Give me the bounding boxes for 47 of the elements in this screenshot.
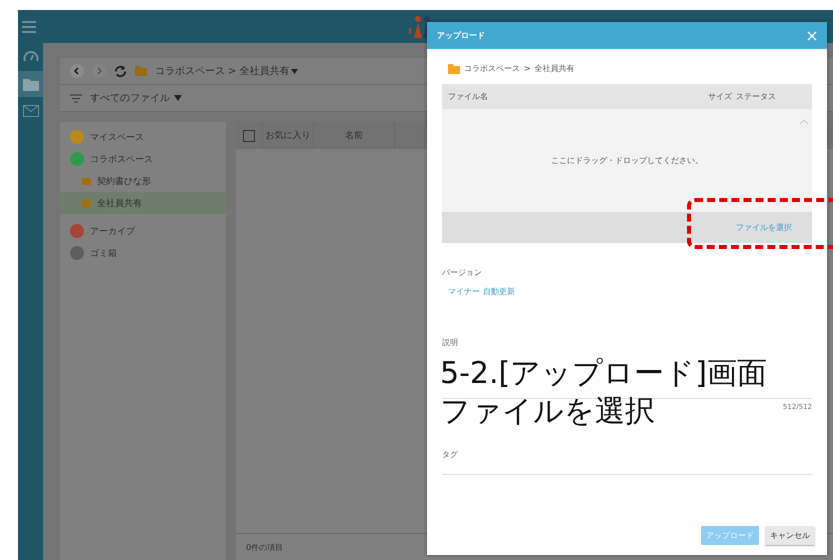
folder-icon: [448, 64, 460, 74]
folder-icon[interactable]: [22, 78, 38, 90]
tree-item[interactable]: 契約書ひな形: [60, 170, 226, 192]
dialog-title: アップロード: [437, 30, 485, 41]
mail-icon[interactable]: [22, 105, 38, 117]
column-header[interactable]: お気に入り: [266, 129, 310, 142]
filter-dropdown[interactable]: すべてのファイル: [90, 91, 170, 105]
refresh-icon[interactable]: [114, 64, 127, 78]
caret-icon[interactable]: [174, 95, 182, 101]
back-icon[interactable]: [70, 64, 84, 78]
forward-icon[interactable]: [92, 64, 106, 78]
column-header[interactable]: 名前: [345, 129, 363, 142]
version-label: バージョン: [442, 267, 483, 278]
annotation-caption: 5-2.[アップロード]画面: [440, 355, 767, 393]
scroll-up-icon: [800, 119, 808, 124]
column-header: ファイル名: [448, 91, 489, 102]
annotation-caption: ファイルを選択: [440, 393, 656, 431]
description-label: 説明: [442, 337, 459, 348]
folder-icon: [82, 200, 91, 206]
breadcrumb-current[interactable]: 全社員共有: [239, 64, 290, 78]
folder-icon: [135, 66, 147, 76]
tag-label: タグ: [442, 449, 459, 460]
breadcrumb-separator: >: [228, 66, 236, 76]
drop-hint: ここにドラッグ・ドロップしてください。: [551, 155, 703, 166]
tree-item[interactable]: アーカイブ: [60, 220, 226, 242]
breadcrumb-link[interactable]: コラボスペース: [155, 64, 225, 78]
filter-icon[interactable]: [70, 94, 82, 102]
folder-path: コラボスペース: [464, 63, 520, 74]
select-file-button[interactable]: ファイルを選択: [734, 220, 794, 235]
folder-icon: [82, 178, 91, 184]
folder-path: 全社員共有: [534, 63, 575, 74]
version-type-link[interactable]: マイナー: [448, 286, 480, 297]
column-header: サイズ: [708, 91, 732, 102]
menu-icon[interactable]: [22, 20, 36, 32]
tree-item[interactable]: 全社員共有: [60, 192, 226, 214]
tree-item[interactable]: マイスペース: [60, 126, 226, 148]
checkbox[interactable]: [243, 130, 255, 142]
gauge-icon[interactable]: [22, 49, 38, 63]
cancel-button[interactable]: キャンセル: [765, 526, 815, 545]
item-count: 0件の項目: [246, 542, 284, 552]
auto-update-link[interactable]: 自動更新: [483, 286, 515, 297]
path-separator: >: [524, 64, 531, 73]
tree-item[interactable]: ゴミ箱: [60, 242, 226, 264]
tree-item[interactable]: コラボスペース: [60, 148, 226, 170]
close-icon[interactable]: [807, 30, 817, 40]
caret-icon[interactable]: [291, 68, 298, 74]
column-header: ステータス: [736, 91, 776, 102]
